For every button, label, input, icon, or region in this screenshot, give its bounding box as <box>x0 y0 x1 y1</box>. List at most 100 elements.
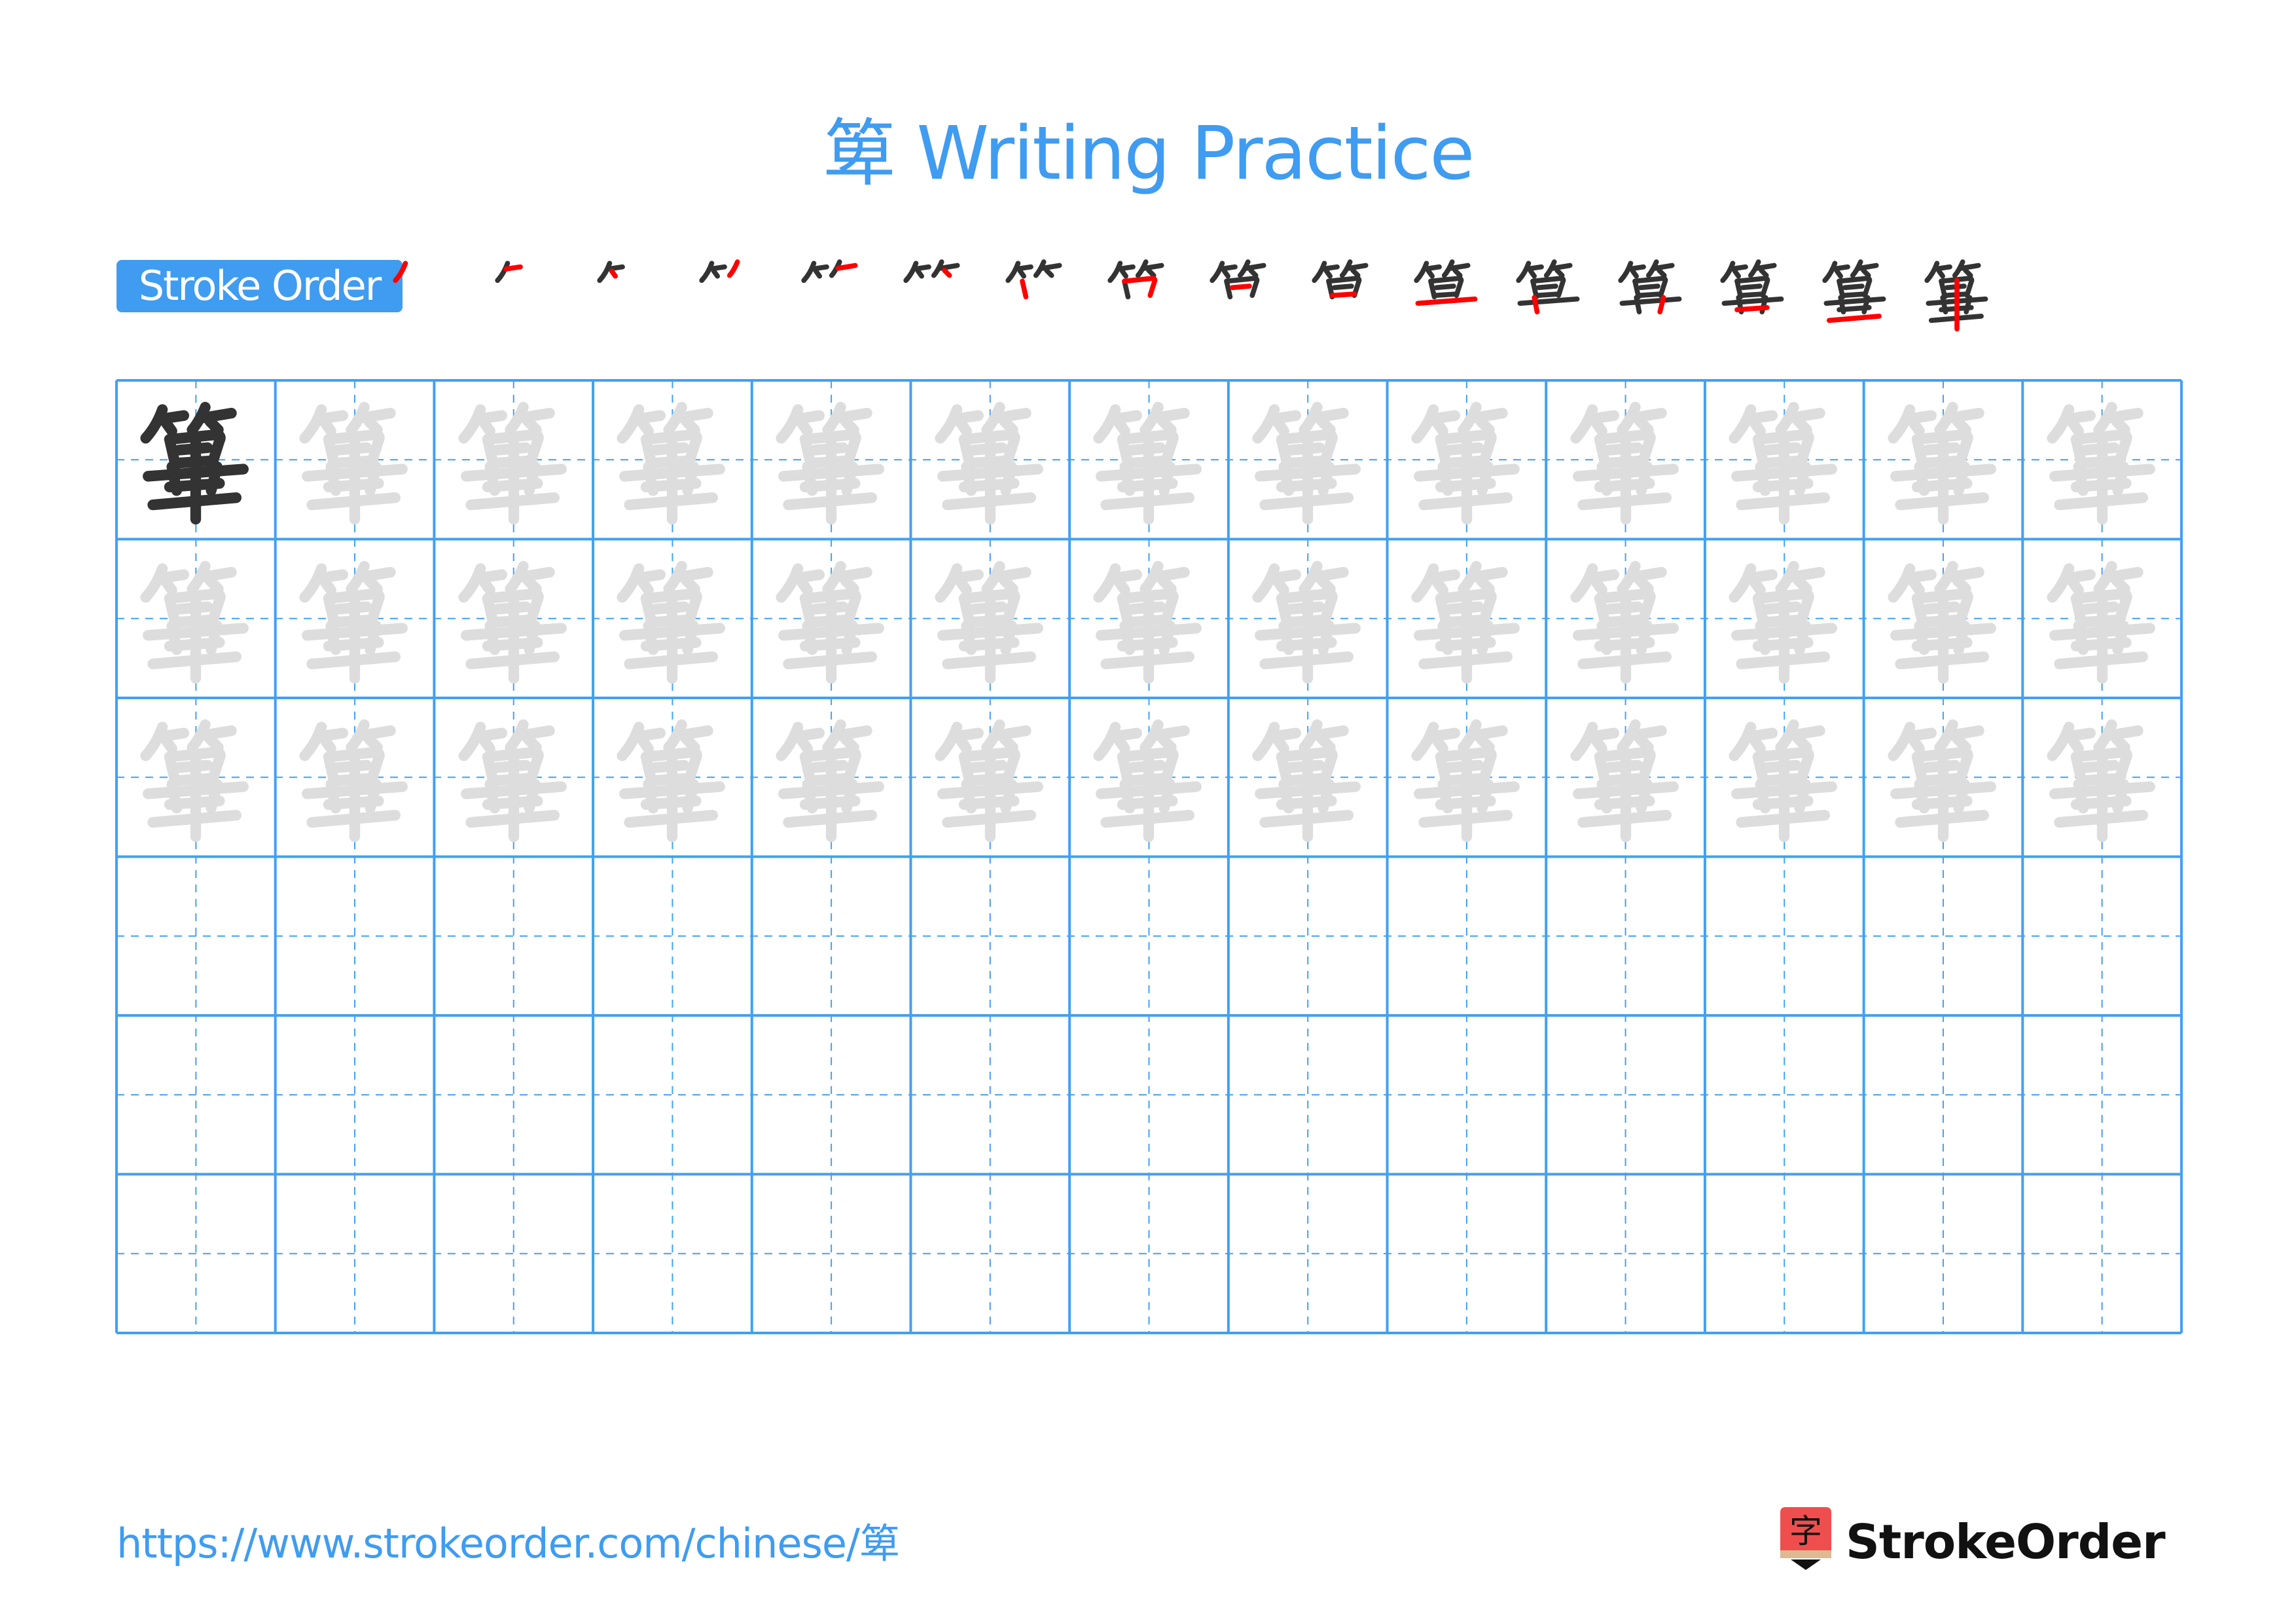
empty-practice-cell[interactable] <box>2022 1175 2181 1334</box>
stroke-1 <box>1312 261 1327 283</box>
stroke-6 <box>1158 575 1177 594</box>
empty-practice-cell[interactable] <box>1069 1175 1229 1334</box>
empty-practice-cell[interactable] <box>276 1015 435 1175</box>
trace-character-cell <box>117 698 276 857</box>
empty-practice-cell[interactable] <box>276 1175 435 1334</box>
stroke-6 <box>1952 575 1971 594</box>
stroke-10 <box>1840 291 1868 299</box>
empty-practice-cell[interactable] <box>1546 1175 1705 1334</box>
stroke-5 <box>1244 263 1266 271</box>
stroke-6 <box>204 416 224 435</box>
empty-practice-cell[interactable] <box>1864 1175 2023 1334</box>
empty-practice-cell[interactable] <box>1705 1015 1864 1175</box>
stroke-3 <box>1431 417 1448 437</box>
footer-url-link[interactable]: https://www.strokeorder.com/chinese/箄 <box>117 1518 900 1570</box>
empty-practice-cell[interactable] <box>1388 1015 1547 1175</box>
stroke-step-9 <box>1203 247 1282 339</box>
stroke-6 <box>522 733 542 753</box>
stroke-6 <box>1316 733 1336 753</box>
empty-practice-cell[interactable] <box>910 1175 1069 1334</box>
empty-practice-cell[interactable] <box>117 1175 276 1334</box>
stroke-2 <box>1729 264 1748 272</box>
trace-character-cell <box>2022 380 2181 539</box>
stroke-3 <box>813 268 822 279</box>
stroke-6 <box>1248 268 1259 278</box>
stroke-9 <box>1229 283 1252 291</box>
empty-practice-cell[interactable] <box>1546 857 1705 1016</box>
trace-character-cell <box>276 539 435 699</box>
empty-practice-cell[interactable] <box>593 1015 752 1175</box>
empty-practice-cell[interactable] <box>910 1015 1069 1175</box>
stroke-6 <box>522 416 542 435</box>
trace-character-cell <box>117 539 276 699</box>
stroke-3 <box>609 268 619 279</box>
stroke-6 <box>1861 268 1871 278</box>
stroke-10 <box>1534 291 1562 299</box>
stroke-3 <box>478 735 495 754</box>
stroke-3 <box>1590 576 1607 596</box>
stroke-3 <box>1272 735 1290 754</box>
stroke-step-15 <box>1816 247 1894 339</box>
stroke-9 <box>1842 283 1865 291</box>
stroke-6 <box>204 733 224 753</box>
stroke-2 <box>708 264 727 272</box>
stroke-2 <box>503 264 523 272</box>
empty-practice-cell[interactable] <box>1546 1015 1705 1175</box>
empty-practice-cell[interactable] <box>434 857 593 1016</box>
stroke-3 <box>1908 735 1925 754</box>
empty-practice-cell[interactable] <box>1705 1175 1864 1334</box>
stroke-3 <box>319 735 336 754</box>
empty-practice-cell[interactable] <box>1069 857 1229 1016</box>
empty-practice-cell[interactable] <box>1069 1015 1229 1175</box>
empty-practice-cell[interactable] <box>434 1015 593 1175</box>
empty-practice-cell[interactable] <box>117 1015 276 1175</box>
stroke-order-steps <box>0 247 2296 339</box>
trace-character-cell <box>1705 380 1864 539</box>
stroke-1 <box>1924 261 1940 283</box>
stroke-1 <box>1107 261 1123 283</box>
empty-practice-cell[interactable] <box>434 1175 593 1334</box>
trace-character-cell <box>593 380 752 539</box>
empty-practice-cell[interactable] <box>117 857 276 1016</box>
empty-practice-cell[interactable] <box>276 857 435 1016</box>
empty-practice-cell[interactable] <box>1864 857 2023 1016</box>
stroke-3 <box>1590 735 1607 754</box>
stroke-6 <box>999 416 1018 435</box>
stroke-3 <box>796 735 813 754</box>
empty-practice-cell[interactable] <box>593 857 752 1016</box>
empty-practice-cell[interactable] <box>1229 857 1388 1016</box>
stroke-step-10 <box>1305 247 1384 339</box>
empty-practice-cell[interactable] <box>752 1015 911 1175</box>
stroke-step-16 <box>1918 247 1996 339</box>
empty-practice-cell[interactable] <box>1229 1015 1388 1175</box>
trace-character-cell <box>1229 380 1388 539</box>
stroke-3 <box>955 576 972 596</box>
empty-practice-cell[interactable] <box>752 857 911 1016</box>
stroke-5 <box>1346 263 1369 271</box>
empty-practice-cell[interactable] <box>1229 1175 1388 1334</box>
empty-practice-cell[interactable] <box>1705 857 1864 1016</box>
stroke-9 <box>1638 283 1660 291</box>
empty-practice-cell[interactable] <box>1864 1015 2023 1175</box>
stroke-15 <box>1826 314 1882 323</box>
stroke-7 <box>1020 278 1029 300</box>
strokeorder-logo[interactable]: 字 StrokeOrder <box>1776 1506 2166 1578</box>
trace-character-cell <box>593 539 752 699</box>
stroke-3 <box>1590 417 1607 437</box>
stroke-3 <box>1908 576 1925 596</box>
empty-practice-cell[interactable] <box>752 1175 911 1334</box>
stroke-1 <box>1618 261 1634 283</box>
stroke-6 <box>999 733 1018 753</box>
empty-practice-cell[interactable] <box>1388 857 1547 1016</box>
trace-character-cell <box>1864 539 2023 699</box>
stroke-6 <box>1554 268 1565 278</box>
stroke-2 <box>1320 264 1340 272</box>
empty-practice-cell[interactable] <box>1388 1175 1547 1334</box>
stroke-12 <box>1634 295 1642 315</box>
empty-practice-cell[interactable] <box>2022 1015 2181 1175</box>
empty-practice-cell[interactable] <box>910 857 1069 1016</box>
stroke-5 <box>937 263 960 271</box>
empty-practice-cell[interactable] <box>593 1175 752 1334</box>
empty-practice-cell[interactable] <box>2022 857 2181 1016</box>
trace-character-cell <box>2022 539 2181 699</box>
